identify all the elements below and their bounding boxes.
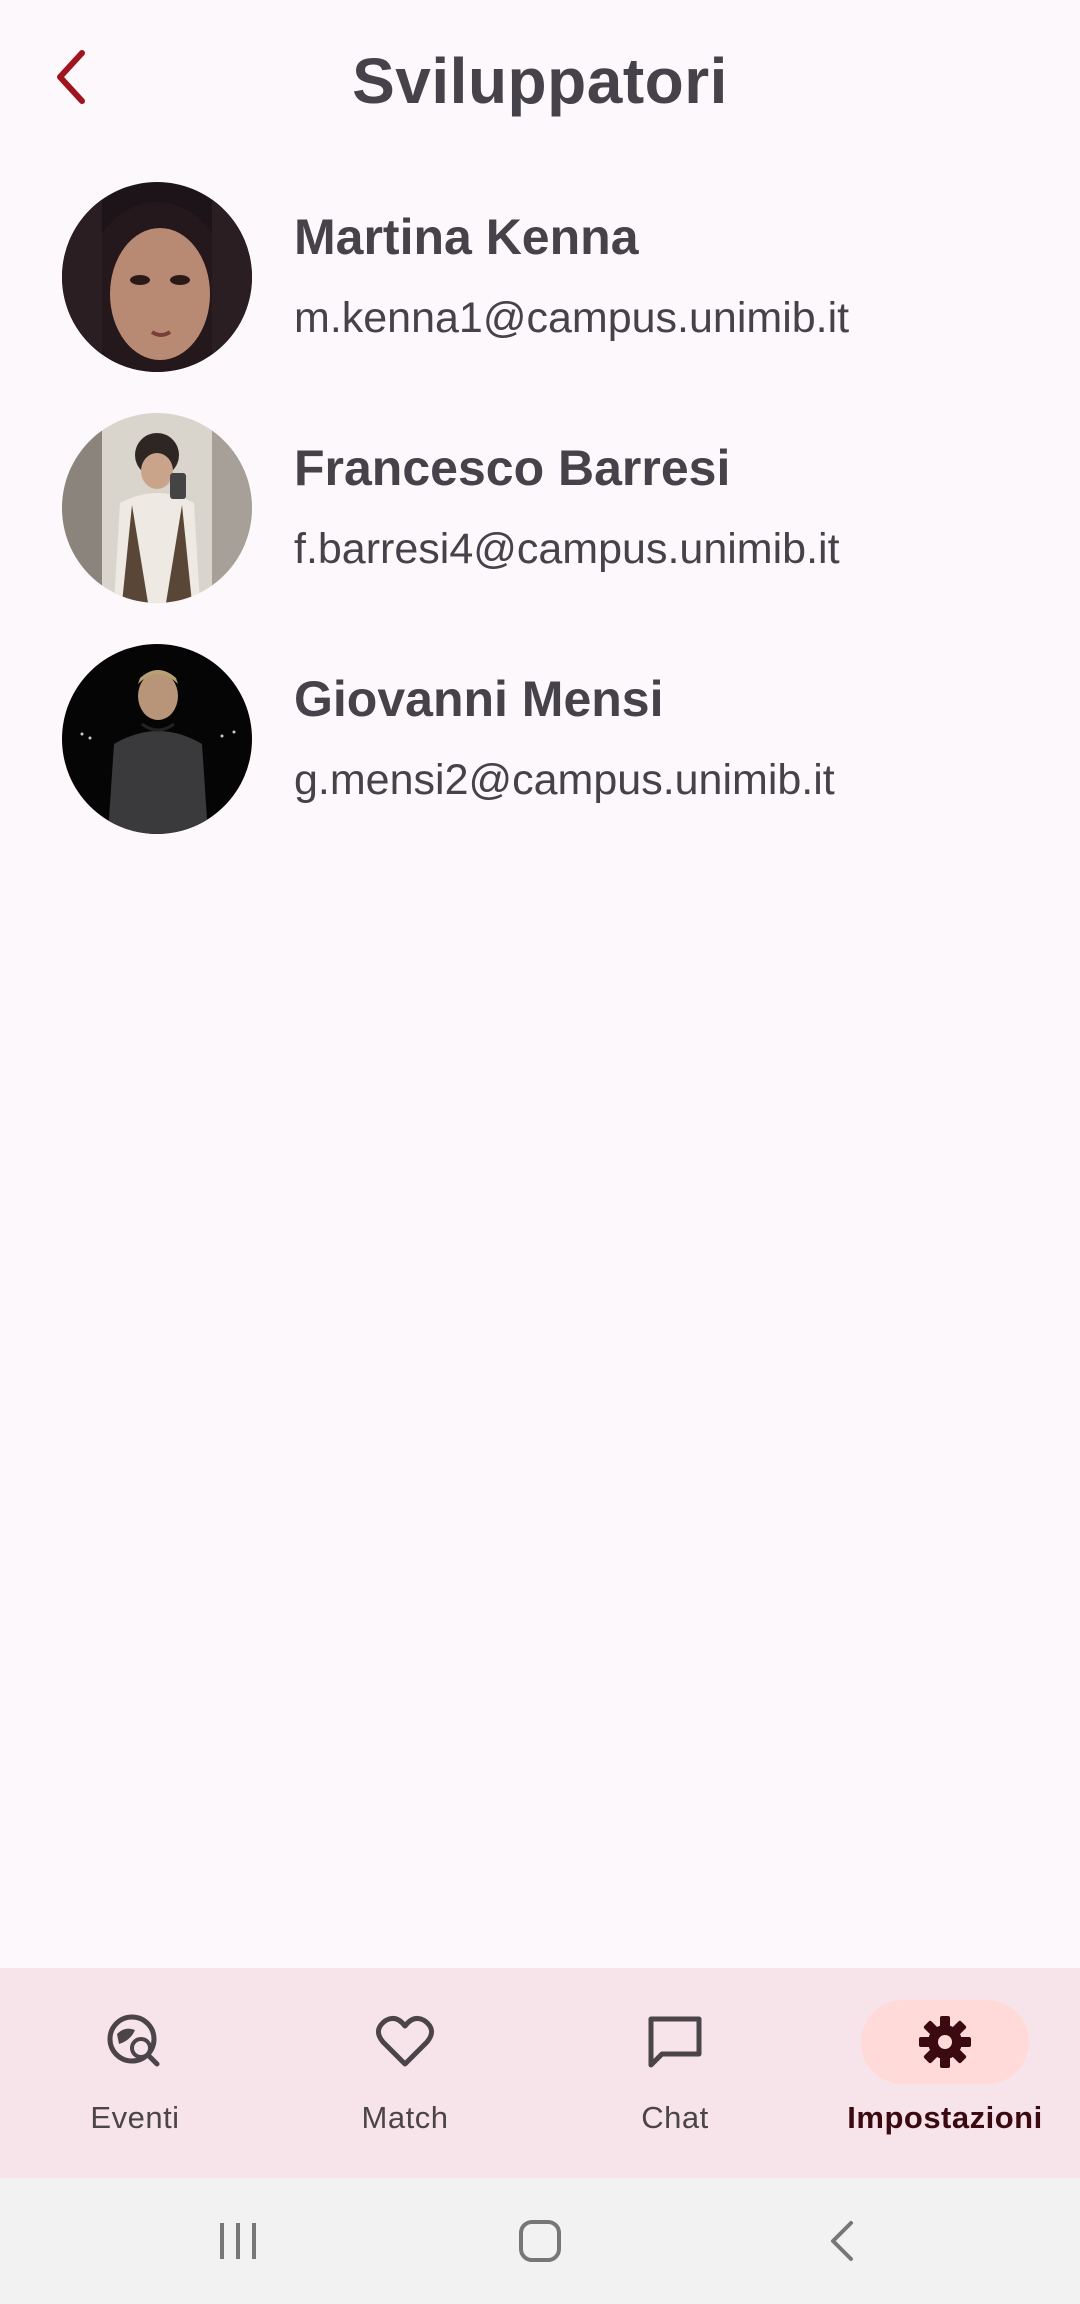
developer-list-item[interactable]: Martina Kenna m.kenna1@campus.unimib.it (0, 180, 1080, 411)
bottom-navigation: Eventi Match Chat Impostazioni (0, 1968, 1080, 2178)
recent-apps-button[interactable] (198, 2208, 278, 2274)
nav-item-eventi[interactable]: Eventi (0, 1968, 270, 2178)
back-icon (831, 2221, 853, 2261)
recent-apps-icon (220, 2223, 256, 2259)
developer-email: g.mensi2@campus.unimib.it (294, 756, 835, 804)
developer-list-item[interactable]: Giovanni Mensi g.mensi2@campus.unimib.it (0, 642, 1080, 873)
nav-indicator (861, 2000, 1029, 2084)
avatar (62, 413, 252, 603)
nav-item-chat[interactable]: Chat (540, 1968, 810, 2178)
chat-bubble-icon (648, 2016, 702, 2068)
nav-label: Eventi (90, 2100, 180, 2135)
developer-email: m.kenna1@campus.unimib.it (294, 294, 850, 342)
avatar (62, 644, 252, 834)
nav-label: Match (361, 2100, 449, 2135)
developer-name: Francesco Barresi (294, 440, 731, 496)
avatar (62, 182, 252, 372)
explore-search-icon (107, 2014, 160, 2067)
home-button[interactable] (500, 2208, 580, 2274)
system-back-button[interactable] (802, 2208, 882, 2274)
nav-indicator (591, 2000, 759, 2084)
developer-list: Martina Kenna m.kenna1@campus.unimib.it … (0, 180, 1080, 873)
top-app-bar: Sviluppatori (0, 0, 1080, 170)
developer-list-item[interactable]: Francesco Barresi f.barresi4@campus.unim… (0, 411, 1080, 642)
nav-label: Impostazioni (847, 2100, 1043, 2135)
gear-icon (919, 2016, 971, 2068)
developer-name: Giovanni Mensi (294, 671, 664, 727)
heart-icon (376, 2015, 434, 2067)
page-title: Sviluppatori (352, 45, 728, 117)
developer-name: Martina Kenna (294, 209, 639, 265)
nav-indicator (321, 2000, 489, 2084)
nav-label: Chat (641, 2100, 709, 2135)
nav-item-match[interactable]: Match (270, 1968, 540, 2178)
nav-indicator (51, 2000, 219, 2084)
developer-email: f.barresi4@campus.unimib.it (294, 525, 840, 573)
nav-item-impostazioni[interactable]: Impostazioni (810, 1968, 1080, 2178)
system-navigation-bar (0, 2178, 1080, 2304)
screen: Sviluppatori Martina Kenna m.kenna1@camp… (0, 0, 1080, 2304)
home-icon (519, 2220, 561, 2262)
